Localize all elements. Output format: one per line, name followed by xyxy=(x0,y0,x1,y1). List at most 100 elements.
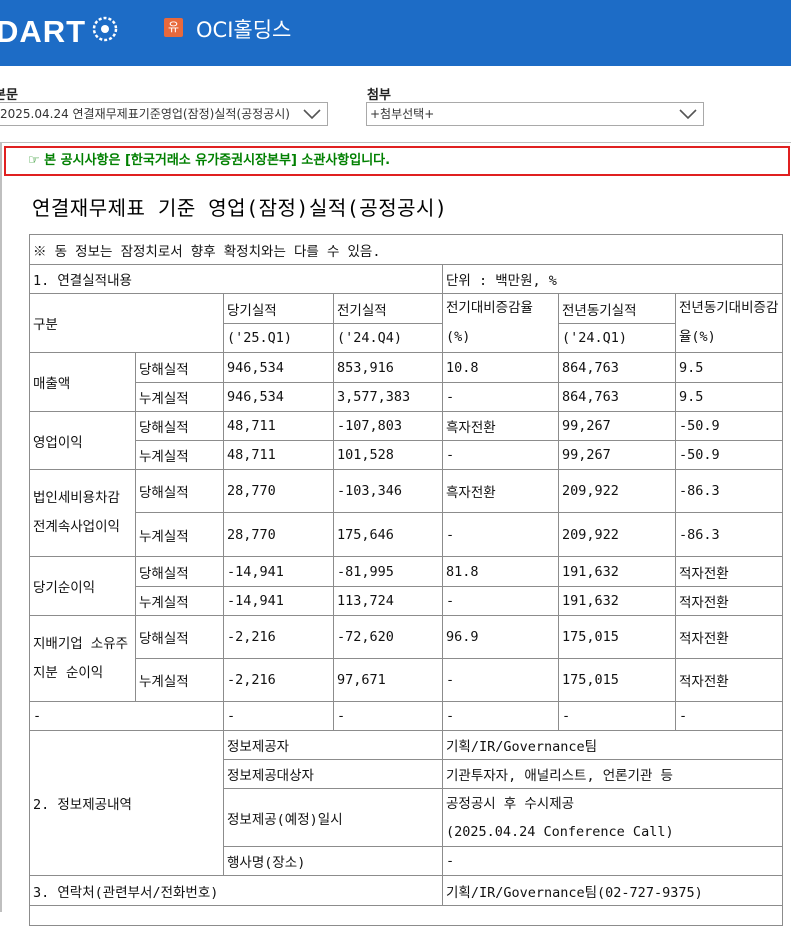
period-type: 당해실적 xyxy=(135,352,224,383)
header-yoy-period: ('24.Q1) xyxy=(558,323,676,353)
header-prev-change: 전기대비증감율(%) xyxy=(442,293,559,353)
cell-yoy-change: 적자전환 xyxy=(675,586,783,616)
dart-logo[interactable]: DART xyxy=(0,14,86,50)
cell-prev: 3,577,383 xyxy=(333,382,443,412)
cell-current: 946,534 xyxy=(223,382,334,412)
info-date-line-1: 공정공시 후 수시제공 xyxy=(446,795,575,812)
row-label: 매출액 xyxy=(29,352,136,412)
cell-yoy: 191,632 xyxy=(558,556,676,587)
dash-cell: - xyxy=(442,701,559,731)
cell-prev-change: 81.8 xyxy=(442,556,559,587)
header-yoy: 전년동기실적 xyxy=(558,293,676,324)
cell-prev: 97,671 xyxy=(333,658,443,702)
cell-prev: -72,620 xyxy=(333,615,443,659)
cell-prev-change: - xyxy=(442,382,559,412)
results-table: ※ 동 정보는 잠정치로서 향후 확정치와는 다를 수 있음. 1. 연결실적내… xyxy=(29,234,783,926)
cell-current: 28,770 xyxy=(223,512,334,557)
notice-banner: ☞ 본 공시사항은 [한국거래소 유가증권시장본부] 소관사항입니다. xyxy=(4,146,790,176)
cell-yoy-change: 적자전환 xyxy=(675,556,783,587)
body-select-value: 2025.04.24 연결재무제표기준영업(잠정)실적(공정공시) xyxy=(0,107,290,121)
body-label: 본문 xyxy=(0,88,18,103)
cell-prev-change: 흑자전환 xyxy=(442,469,559,513)
cell-prev: -81,995 xyxy=(333,556,443,587)
dash-cell: - xyxy=(333,701,443,731)
document-title: 연결재무제표 기준 영업(잠정)실적(공정공시) xyxy=(32,196,448,220)
event-value: - xyxy=(442,846,783,876)
dash-cell: - xyxy=(675,701,783,731)
section-1-title: 1. 연결실적내용 xyxy=(29,264,443,294)
cell-yoy: 209,922 xyxy=(558,469,676,513)
info-target: 기관투자자, 애널리스트, 언론기관 등 xyxy=(442,759,783,789)
cell-yoy-change: -86.3 xyxy=(675,512,783,557)
cell-prev: 175,646 xyxy=(333,512,443,557)
cell-current: 28,770 xyxy=(223,469,334,513)
top-header: DART 유 OCI홀딩스 xyxy=(0,0,791,66)
header-current-period: ('25.Q1) xyxy=(223,323,334,353)
header-yoy-change: 전년동기대비증감율(%) xyxy=(675,293,783,353)
info-date: 공정공시 후 수시제공 (2025.04.24 Conference Call) xyxy=(442,788,783,847)
cell-current: -2,216 xyxy=(223,615,334,659)
event-label: 행사명(장소) xyxy=(223,846,443,876)
dash-cell: - xyxy=(558,701,676,731)
attach-label: 첨부 xyxy=(367,88,391,103)
cell-yoy: 864,763 xyxy=(558,352,676,383)
cell-current: -14,941 xyxy=(223,586,334,616)
info-provider: 기획/IR/Governance팀 xyxy=(442,730,783,760)
cell-prev-change: - xyxy=(442,586,559,616)
cell-prev: -107,803 xyxy=(333,411,443,441)
period-type: 당해실적 xyxy=(135,556,224,587)
cell-yoy: 175,015 xyxy=(558,658,676,702)
cell-prev-change: - xyxy=(442,658,559,702)
cell-current: -2,216 xyxy=(223,658,334,702)
section-3-title: 3. 연락처(관련부서/전화번호) xyxy=(29,875,443,906)
row-label: 당기순이익 xyxy=(29,556,136,616)
attach-select-value: +첨부선택+ xyxy=(370,107,435,121)
header-category: 구분 xyxy=(29,293,224,353)
cell-prev: -103,346 xyxy=(333,469,443,513)
info-provider-label: 정보제공자 xyxy=(223,730,443,760)
row-label: 법인세비용차감전계속사업이익 xyxy=(29,469,136,557)
cell-yoy: 209,922 xyxy=(558,512,676,557)
cell-prev: 101,528 xyxy=(333,440,443,470)
contact-info: 기획/IR/Governance팀(02-727-9375) xyxy=(442,875,783,906)
cell-prev-change: 흑자전환 xyxy=(442,411,559,441)
section-2-title: 2. 정보제공내역 xyxy=(29,730,224,876)
cell-prev-change: - xyxy=(442,512,559,557)
info-target-label: 정보제공대상자 xyxy=(223,759,443,789)
period-type: 당해실적 xyxy=(135,615,224,659)
cell-prev: 113,724 xyxy=(333,586,443,616)
dash-cell: - xyxy=(29,701,224,731)
body-select[interactable]: 2025.04.24 연결재무제표기준영업(잠정)실적(공정공시) xyxy=(0,102,328,126)
market-badge: 유 xyxy=(164,18,183,37)
cell-yoy-change: -50.9 xyxy=(675,411,783,441)
period-type: 당해실적 xyxy=(135,469,224,513)
cell-yoy: 864,763 xyxy=(558,382,676,412)
cell-prev-change: 10.8 xyxy=(442,352,559,383)
table-continuation xyxy=(29,905,783,926)
period-type: 누계실적 xyxy=(135,440,224,470)
info-date-line-2: (2025.04.24 Conference Call) xyxy=(446,823,674,840)
cell-yoy: 175,015 xyxy=(558,615,676,659)
cell-yoy-change: -50.9 xyxy=(675,440,783,470)
period-type: 누계실적 xyxy=(135,382,224,412)
cell-yoy-change: 적자전환 xyxy=(675,658,783,702)
cell-yoy: 191,632 xyxy=(558,586,676,616)
cell-yoy-change: 9.5 xyxy=(675,352,783,383)
cell-current: 48,711 xyxy=(223,411,334,441)
period-type: 당해실적 xyxy=(135,411,224,441)
attach-select[interactable]: +첨부선택+ xyxy=(366,102,704,126)
info-date-label: 정보제공(예정)일시 xyxy=(223,788,443,847)
period-type: 누계실적 xyxy=(135,586,224,616)
cell-yoy-change: -86.3 xyxy=(675,469,783,513)
cell-prev-change: - xyxy=(442,440,559,470)
cell-yoy: 99,267 xyxy=(558,440,676,470)
cell-current: -14,941 xyxy=(223,556,334,587)
company-name: OCI홀딩스 xyxy=(196,18,292,42)
unit-label: 단위 : 백만원, % xyxy=(442,264,783,294)
header-current: 당기실적 xyxy=(223,293,334,324)
cell-yoy: 99,267 xyxy=(558,411,676,441)
row-label: 지배기업 소유주지분 순이익 xyxy=(29,615,136,702)
cell-current: 946,534 xyxy=(223,352,334,383)
chevron-down-icon xyxy=(301,105,323,123)
disclaimer: ※ 동 정보는 잠정치로서 향후 확정치와는 다를 수 있음. xyxy=(29,234,783,265)
